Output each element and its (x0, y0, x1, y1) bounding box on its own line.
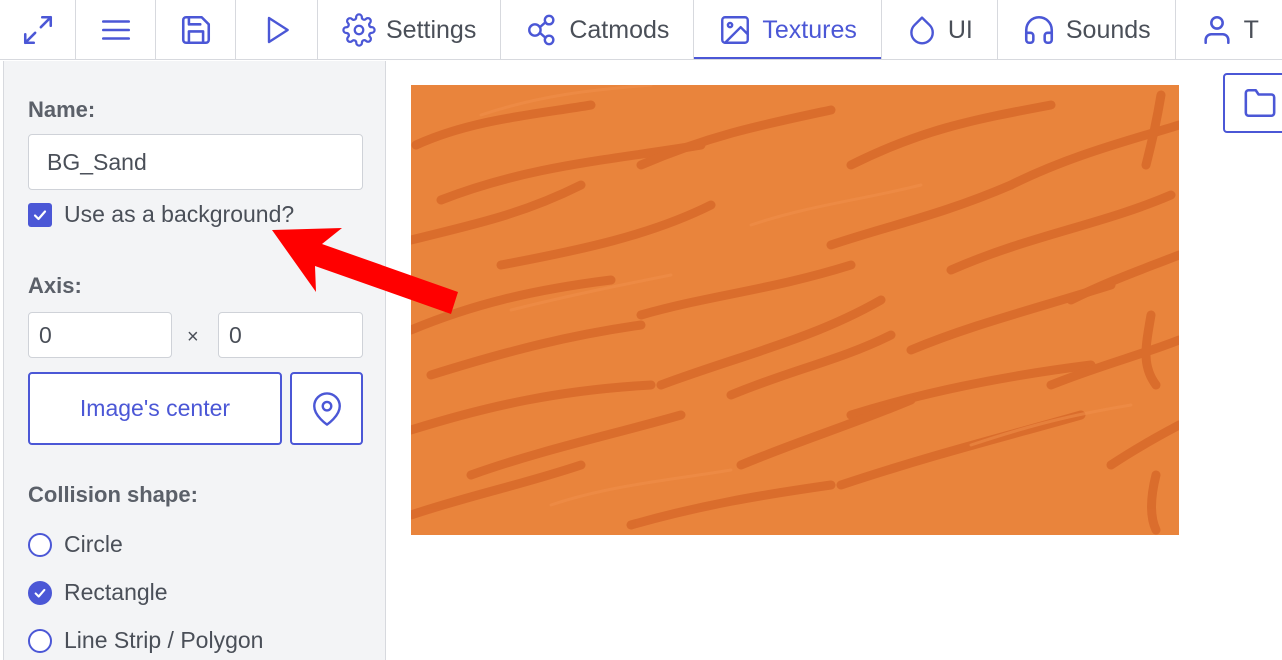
tab-catmods[interactable]: Catmods (501, 0, 695, 59)
tab-ui[interactable]: UI (882, 0, 998, 59)
menu-button[interactable] (76, 0, 156, 59)
name-label: Name: (28, 97, 96, 122)
tab-sounds-label: Sounds (1065, 15, 1151, 44)
image-icon (721, 16, 750, 44)
circle-radio-label: Circle (64, 531, 123, 557)
polygon-radio[interactable] (28, 628, 52, 653)
axis-label: Axis: (28, 273, 82, 298)
headphones-icon (1024, 15, 1053, 45)
axis-separator: × (187, 326, 199, 348)
tab-settings[interactable]: Settings (318, 0, 502, 59)
background-checkbox-row[interactable]: Use as a background? (28, 201, 294, 228)
background-checkbox-label: Use as a background? (64, 201, 295, 227)
tab-textures-label: Textures (762, 15, 857, 44)
sand-texture-image (411, 85, 1179, 535)
tab-types[interactable]: T (1176, 0, 1282, 59)
menu-icon (101, 20, 130, 40)
texture-properties-panel: Name: BG_Sand Use as a background? Axis:… (3, 61, 386, 660)
fullscreen-icon (23, 15, 52, 45)
collision-option-circle[interactable]: Circle (28, 531, 123, 558)
save-icon (181, 15, 210, 45)
collision-option-rectangle[interactable]: Rectangle (28, 579, 168, 606)
circle-radio[interactable] (28, 532, 52, 557)
name-input[interactable]: BG_Sand (28, 134, 363, 190)
tab-settings-label: Settings (386, 15, 477, 44)
fullscreen-button[interactable] (0, 0, 76, 59)
save-button[interactable] (156, 0, 236, 59)
play-icon (267, 16, 289, 44)
image-center-button-label: Image's center (79, 395, 231, 421)
run-button[interactable] (236, 0, 318, 59)
image-center-button[interactable]: Image's center (28, 372, 282, 445)
checkmark-icon (33, 209, 47, 220)
droplet-icon (910, 16, 934, 45)
pick-axis-button[interactable] (290, 372, 363, 445)
rectangle-radio-label: Rectangle (64, 579, 168, 605)
map-pin-icon (312, 391, 341, 426)
collision-option-polygon[interactable]: Line Strip / Polygon (28, 627, 263, 654)
axis-x-input[interactable]: 0 (28, 312, 172, 358)
open-folder-button[interactable] (1223, 73, 1282, 133)
axis-y-input[interactable]: 0 (218, 312, 363, 358)
tab-textures[interactable]: Textures (694, 0, 882, 59)
top-toolbar: Settings Catmods Textures UI Sounds T (0, 0, 1282, 60)
user-icon (1204, 15, 1230, 45)
tab-ui-label: UI (947, 15, 973, 44)
rectangle-radio[interactable] (28, 580, 52, 605)
checkmark-icon (34, 588, 46, 598)
tab-sounds[interactable]: Sounds (998, 0, 1176, 59)
gear-icon (342, 13, 376, 47)
modules-icon (528, 14, 555, 46)
texture-preview (411, 85, 1179, 535)
tab-catmods-label: Catmods (569, 15, 670, 44)
tab-types-label: T (1243, 15, 1259, 44)
polygon-radio-label: Line Strip / Polygon (64, 627, 264, 653)
background-checkbox[interactable] (28, 202, 52, 227)
folder-icon (1244, 88, 1276, 118)
collision-shape-label: Collision shape: (28, 482, 198, 507)
